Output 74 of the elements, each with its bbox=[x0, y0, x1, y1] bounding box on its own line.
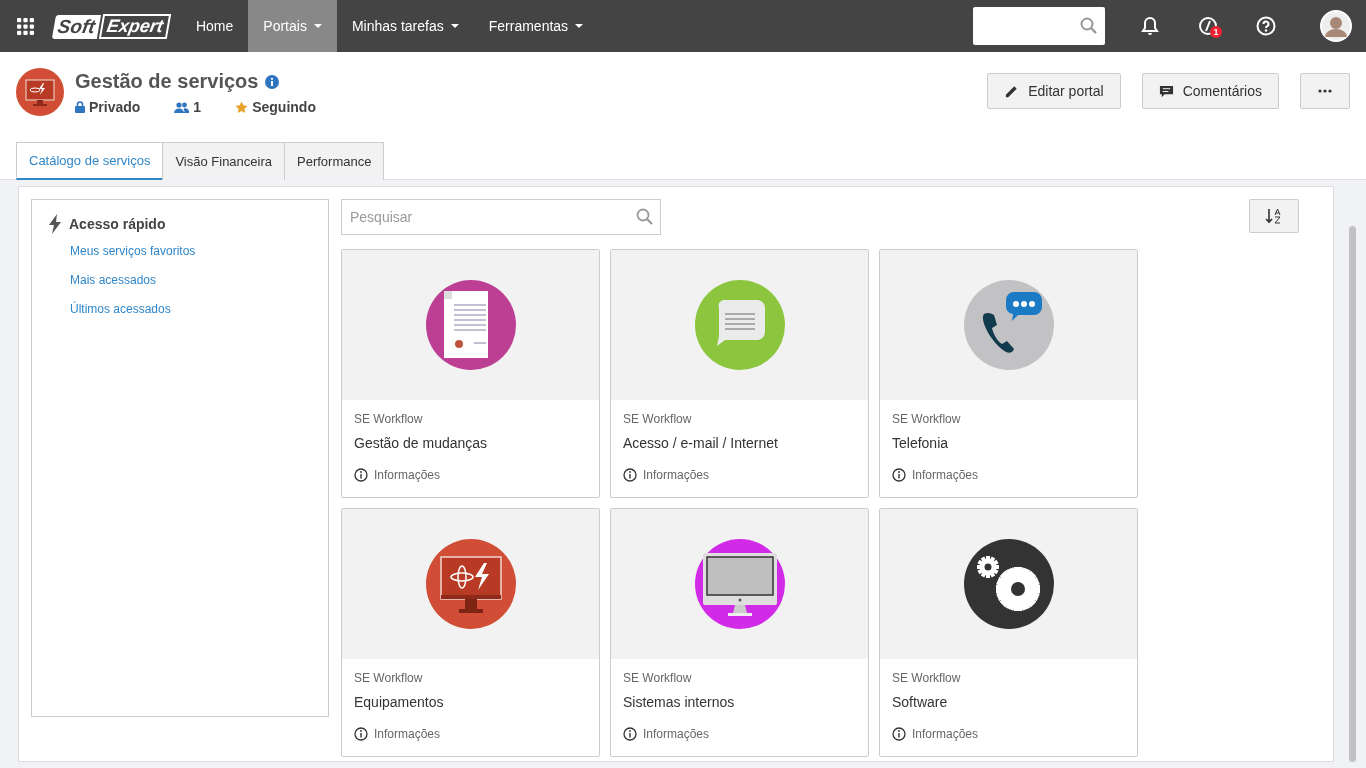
portal-title: Gestão de serviços bbox=[75, 70, 259, 93]
card-category: SE Workflow bbox=[623, 412, 693, 426]
more-icon bbox=[1318, 89, 1332, 93]
nav-menu-item[interactable]: Portais bbox=[248, 0, 337, 52]
comment-icon bbox=[1158, 83, 1174, 99]
quick-access-title: Acesso rápido bbox=[69, 216, 166, 232]
nav-menu-item[interactable]: Ferramentas bbox=[473, 0, 599, 52]
service-card[interactable]: SE Workflow Gestão de mudanças Informações bbox=[341, 249, 600, 498]
information-link[interactable]: Informações bbox=[354, 727, 587, 741]
card-title: Telefonia bbox=[892, 435, 950, 451]
card-title: Gestão de mudanças bbox=[354, 435, 489, 451]
nav-menu-item[interactable]: Minhas tarefas bbox=[336, 0, 474, 52]
users-icon bbox=[174, 101, 190, 113]
comments-button[interactable]: Comentários bbox=[1141, 73, 1279, 109]
info-icon bbox=[354, 468, 368, 482]
help-icon[interactable] bbox=[1256, 16, 1276, 36]
card-title: Sistemas internos bbox=[623, 694, 736, 710]
info-icon[interactable] bbox=[265, 74, 280, 89]
quick-access-link[interactable]: Meus serviços favoritos bbox=[70, 244, 311, 258]
card-category: SE Workflow bbox=[354, 412, 424, 426]
chat-bubble-icon bbox=[694, 280, 785, 370]
card-title: Software bbox=[892, 694, 949, 710]
privacy-label: Privado bbox=[89, 99, 141, 115]
document-icon bbox=[425, 280, 516, 370]
lock-icon bbox=[75, 101, 85, 113]
info-icon bbox=[892, 727, 906, 741]
phone-chat-icon bbox=[963, 280, 1054, 370]
lightning-icon bbox=[49, 214, 61, 234]
search-field[interactable]: Pesquisar bbox=[341, 199, 661, 235]
tab[interactable]: Performance bbox=[284, 142, 385, 180]
information-link[interactable]: Informações bbox=[892, 468, 1125, 482]
apps-grid-icon[interactable] bbox=[17, 17, 34, 35]
avatar-icon[interactable] bbox=[1320, 10, 1352, 42]
card-category: SE Workflow bbox=[892, 671, 962, 685]
info-icon bbox=[892, 468, 906, 482]
computer-icon bbox=[694, 539, 785, 629]
tab[interactable]: Catálogo de serviços bbox=[16, 142, 164, 180]
information-link[interactable]: Informações bbox=[623, 727, 856, 741]
compass-icon[interactable] bbox=[1198, 16, 1218, 36]
card-title: Acesso / e-mail / Internet bbox=[623, 435, 779, 451]
gears-icon bbox=[963, 539, 1054, 629]
service-card[interactable]: SE Workflow Equipamentos Informações bbox=[341, 508, 600, 757]
information-link[interactable]: Informações bbox=[623, 468, 856, 482]
search-icon bbox=[1080, 17, 1098, 35]
notification-badge: 1 bbox=[1210, 26, 1222, 38]
service-card[interactable]: SE Workflow Software Informações bbox=[879, 508, 1138, 757]
quick-access-link[interactable]: Mais acessados bbox=[70, 273, 311, 287]
service-card[interactable]: SE Workflow Sistemas internos Informações bbox=[610, 508, 869, 757]
card-category: SE Workflow bbox=[892, 412, 962, 426]
following-label[interactable]: Seguindo bbox=[252, 99, 316, 115]
bell-icon[interactable] bbox=[1140, 16, 1160, 36]
search-icon bbox=[636, 208, 654, 226]
information-link[interactable]: Informações bbox=[892, 727, 1125, 741]
card-category: SE Workflow bbox=[354, 671, 424, 685]
service-card[interactable]: SE Workflow Telefonia Informações bbox=[879, 249, 1138, 498]
info-icon bbox=[354, 727, 368, 741]
monitor-icon bbox=[425, 539, 516, 629]
card-category: SE Workflow bbox=[623, 671, 693, 685]
card-title: Equipamentos bbox=[354, 694, 445, 710]
edit-portal-button[interactable]: Editar portal bbox=[987, 73, 1121, 109]
scrollbar-thumb[interactable] bbox=[1349, 226, 1356, 762]
service-card[interactable]: SE Workflow Acesso / e-mail / Internet Informações bbox=[610, 249, 869, 498]
sort-button[interactable] bbox=[1249, 199, 1299, 233]
tab[interactable]: Visão Financeira bbox=[162, 142, 285, 180]
sort-icon bbox=[1265, 208, 1283, 224]
star-icon bbox=[235, 100, 249, 114]
info-icon bbox=[623, 727, 637, 741]
portal-monitor-icon bbox=[16, 68, 64, 116]
nav-menu-item[interactable]: Home bbox=[180, 0, 249, 52]
info-icon bbox=[623, 468, 637, 482]
quick-access-link[interactable]: Últimos acessados bbox=[70, 302, 311, 316]
member-count: 1 bbox=[193, 99, 202, 115]
search-field[interactable] bbox=[973, 7, 1105, 45]
information-link[interactable]: Informações bbox=[354, 468, 587, 482]
